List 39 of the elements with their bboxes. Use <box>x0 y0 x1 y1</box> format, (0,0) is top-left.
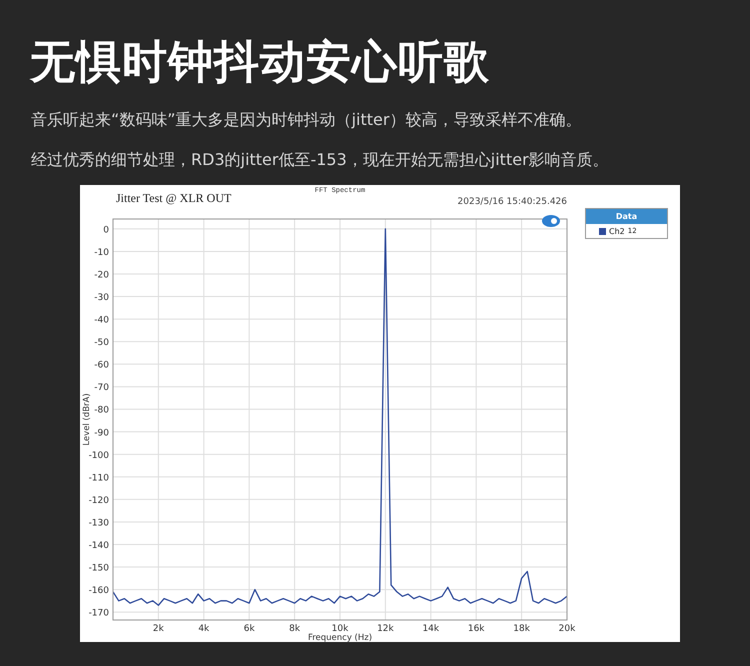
y-tick-label: -40 <box>94 316 109 326</box>
y-tick-label: -20 <box>94 270 109 280</box>
y-tick-label: -30 <box>94 293 109 304</box>
x-tick-label: 10k <box>332 624 348 634</box>
body-text: 音乐听起来“数码味”重大多是因为时钟抖动（jitter）较高，导致采样不准确。 <box>31 109 582 131</box>
y-tick-label: -150 <box>88 564 109 574</box>
y-tick-label: -50 <box>94 338 109 348</box>
y-tick-label: 0 <box>103 225 109 236</box>
y-axis-title: Level (dBrA) <box>82 393 92 446</box>
timestamp: 2023/5/16 15:40:25.426 <box>458 197 567 207</box>
x-tick-label: 12k <box>377 624 394 634</box>
x-tick-label: 14k <box>422 624 440 634</box>
body-text: 经过优秀的细节处理，RD3的jitter低至-153，现在开始无需担心jitter影响音质。 <box>31 149 610 171</box>
headline: 无惧时钟抖动安心听歌 <box>30 34 491 90</box>
logo-icon <box>542 215 560 227</box>
x-tick-label: 20k <box>558 624 576 634</box>
y-tick-label: -70 <box>94 383 109 394</box>
x-tick-label: 6k <box>244 624 255 634</box>
y-tick-label: -160 <box>88 586 109 596</box>
legend-label: Ch2 <box>609 226 625 238</box>
y-tick-label: -170 <box>88 608 109 619</box>
legend-title: Data <box>586 209 667 224</box>
y-tick-label: -80 <box>94 406 109 416</box>
y-tick-label: -130 <box>88 518 109 528</box>
x-axis-title: Frequency (Hz) <box>308 633 372 642</box>
x-tick-label: 4k <box>198 624 210 634</box>
y-tick-label: -60 <box>94 360 109 371</box>
x-tick-label: 8k <box>289 624 300 634</box>
x-tick-label: 18k <box>513 624 530 634</box>
y-tick-label: -120 <box>88 496 109 506</box>
legend-swatch <box>599 228 606 235</box>
y-tick-label: -100 <box>88 450 109 461</box>
chart-title: Jitter Test @ XLR OUT <box>116 191 232 205</box>
x-tick-label: 2k <box>152 624 164 634</box>
y-tick-label: -10 <box>94 248 109 258</box>
y-tick-label: -140 <box>88 541 109 551</box>
y-tick-label: -110 <box>88 473 109 484</box>
y-tick-label: -90 <box>94 428 109 438</box>
x-tick-label: 16k <box>468 624 485 634</box>
